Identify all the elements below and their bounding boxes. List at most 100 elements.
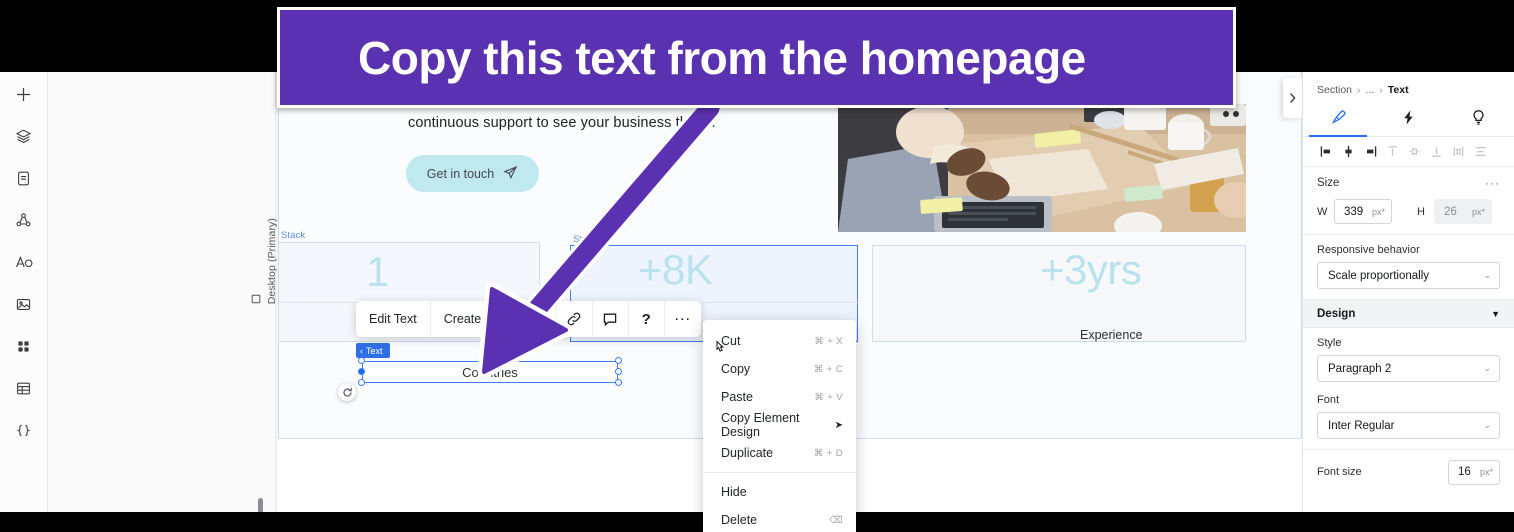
resize-handle-bl[interactable] <box>358 379 365 386</box>
context-item-shortcut: ⌘ + X <box>814 335 843 347</box>
editor-workspace: Desktop (Primary) continuous support to … <box>48 72 1302 512</box>
align-right-icon[interactable] <box>1360 141 1380 163</box>
selected-text-element[interactable]: Countries <box>362 361 618 383</box>
align-center-horizontal-icon[interactable] <box>1338 141 1358 163</box>
context-item-label: Duplicate <box>721 446 774 460</box>
distribute-spacing-icon[interactable] <box>1470 141 1490 163</box>
context-menu-item-cut[interactable]: Cut ⌘ + X <box>703 327 856 355</box>
annotation-text: Copy this text from the homepage <box>358 31 1086 84</box>
height-unit: px* <box>1471 206 1485 217</box>
breadcrumb-chevron-icon: › <box>1379 84 1383 96</box>
theme-icon[interactable] <box>7 246 41 278</box>
width-label: W <box>1317 205 1328 218</box>
apps-icon[interactable] <box>7 330 41 362</box>
context-item-label: Delete <box>721 513 758 527</box>
help-glyph: ? <box>641 310 651 328</box>
resize-handle-tr[interactable] <box>615 357 622 364</box>
font-size-unit: px* <box>1479 467 1493 477</box>
distribute-vertical-icon[interactable] <box>1448 141 1468 163</box>
context-item-shortcut: ⌘ + D <box>813 447 843 459</box>
create-ai-text-button[interactable]: Create AI T <box>431 301 521 337</box>
selected-element-badge[interactable]: ‹ Text <box>356 343 390 358</box>
panel-tabs <box>1303 103 1514 137</box>
size-title: Size <box>1317 177 1340 189</box>
lightbulb-icon <box>1470 109 1487 131</box>
context-menu-item-hide[interactable]: Hide <box>703 478 856 506</box>
context-item-label: Cut <box>721 334 741 348</box>
context-item-label: Hide <box>721 485 747 499</box>
canvas-resize-handle[interactable] <box>258 498 263 512</box>
device-label-text: Desktop (Primary) <box>266 217 279 304</box>
left-toolbar <box>0 72 48 512</box>
align-bottom-icon[interactable] <box>1426 141 1446 163</box>
responsive-behavior-select[interactable]: Scale proportionally ⌄ <box>1317 262 1500 289</box>
align-left-icon[interactable] <box>1316 141 1336 163</box>
stat-value-2: +3yrs <box>1040 246 1142 293</box>
screenshot-root: Desktop (Primary) continuous support to … <box>0 0 1514 532</box>
size-section: Size ··· W 339 px* H 26 px* <box>1303 167 1514 235</box>
collapse-panel-button[interactable] <box>1283 78 1302 118</box>
distribute-horizontal-icon[interactable] <box>1404 141 1424 163</box>
monitor-icon <box>250 294 262 304</box>
tab-design[interactable] <box>1303 103 1373 137</box>
font-size-input[interactable]: 16 px* <box>1448 459 1500 485</box>
align-top-icon[interactable] <box>1382 141 1402 163</box>
style-label: Style <box>1317 337 1342 349</box>
dev-mode-icon[interactable] <box>7 414 41 446</box>
comment-icon[interactable] <box>593 301 629 337</box>
stat-value-1: +8K <box>638 246 713 293</box>
site-map-icon[interactable] <box>7 204 41 236</box>
context-item-label: Copy Element Design <box>721 411 800 439</box>
resize-handle-tl[interactable] <box>358 357 365 364</box>
breadcrumb-current: Text <box>1387 84 1409 96</box>
more-options-icon[interactable]: ... <box>665 301 701 337</box>
hero-image[interactable] <box>838 104 1246 232</box>
size-more-options-icon[interactable]: ··· <box>1485 176 1500 190</box>
badge-back-chevron-icon: ‹ <box>360 345 363 356</box>
context-menu-item-duplicate[interactable]: Duplicate ⌘ + D <box>703 439 856 467</box>
pages-icon[interactable] <box>7 162 41 194</box>
context-item-shortcut: ⌘ + C <box>813 363 843 375</box>
link-icon[interactable] <box>557 301 593 337</box>
size-fields: W 339 px* H 26 px* <box>1317 199 1500 224</box>
breadcrumb-chevron-icon: › <box>1357 84 1361 96</box>
breadcrumb-root[interactable]: Section <box>1317 84 1352 96</box>
layers-icon[interactable] <box>7 120 41 152</box>
responsive-behavior-section: Responsive behavior Scale proportionally… <box>1303 235 1514 300</box>
resize-handle-mr[interactable] <box>615 368 622 375</box>
tab-interactions[interactable] <box>1373 103 1443 136</box>
height-input[interactable]: 26 px* <box>1434 199 1492 224</box>
context-menu-item-paste[interactable]: Paste ⌘ + V <box>703 383 856 411</box>
cta-label: Get in touch <box>426 166 495 181</box>
resize-handle-br[interactable] <box>615 379 622 386</box>
add-icon[interactable] <box>7 78 41 110</box>
move-down-icon[interactable] <box>521 301 557 337</box>
cms-icon[interactable] <box>7 372 41 404</box>
responsive-label: Responsive behavior <box>1317 244 1420 256</box>
context-menu-item-copy[interactable]: Copy ⌘ + C <box>703 355 856 383</box>
rotate-element-button[interactable] <box>338 383 356 401</box>
device-label[interactable]: Desktop (Primary) <box>250 194 279 304</box>
context-menu-item-delete[interactable]: Delete ⌫ <box>703 506 856 532</box>
context-menu-item-copy-element-design[interactable]: Copy Element Design ➤ <box>703 411 856 439</box>
help-icon[interactable]: ? <box>629 301 665 337</box>
get-in-touch-button[interactable]: Get in touch <box>406 155 539 192</box>
context-item-shortcut: ⌘ + V <box>814 391 843 403</box>
tab-insights[interactable] <box>1444 103 1514 136</box>
resize-handle-ml[interactable] <box>358 368 365 375</box>
font-size-value: 16 <box>1458 466 1471 478</box>
design-section-header[interactable]: Design ▼ <box>1303 300 1514 328</box>
edit-text-button[interactable]: Edit Text <box>356 301 431 337</box>
breadcrumb-ellipsis[interactable]: ... <box>1366 84 1375 96</box>
width-input[interactable]: 339 px* <box>1334 199 1392 224</box>
chevron-down-icon: ⌄ <box>1483 363 1491 373</box>
responsive-value: Scale proportionally <box>1328 269 1430 282</box>
style-select[interactable]: Paragraph 2 ⌄ <box>1317 355 1500 382</box>
submenu-arrow-icon: ➤ <box>834 419 843 431</box>
context-menu: Cut ⌘ + X Copy ⌘ + C Paste ⌘ + V Copy El… <box>703 320 856 532</box>
media-icon[interactable] <box>7 288 41 320</box>
font-select[interactable]: Inter Regular ⌄ <box>1317 412 1500 439</box>
font-size-row: Font size 16 px* <box>1303 450 1514 494</box>
properties-panel: Section › ... › Text Size ··· W 339 px* … <box>1302 72 1514 512</box>
workspace-left-pane <box>48 72 276 512</box>
